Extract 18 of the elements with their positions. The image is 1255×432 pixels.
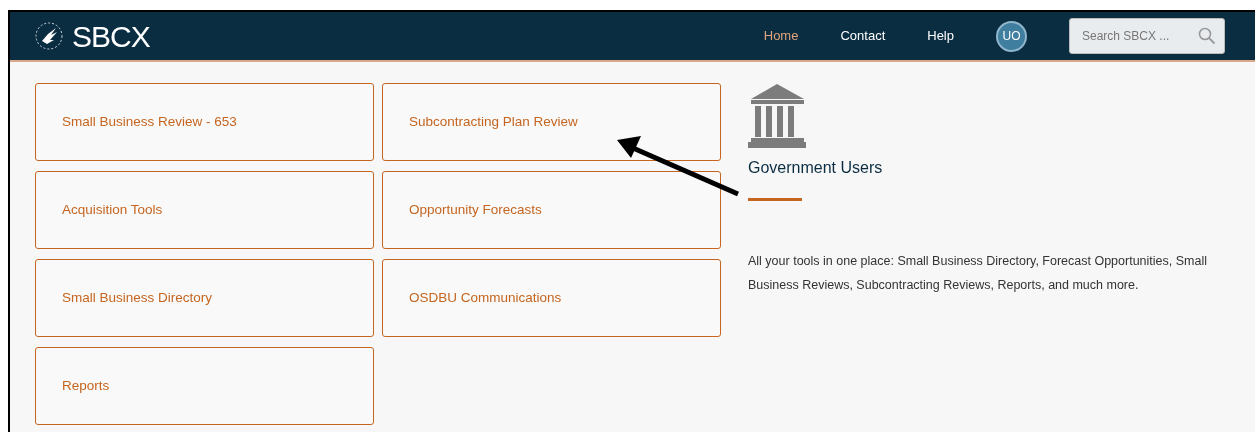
logo-text[interactable]: SBCX: [72, 13, 150, 59]
nav-link[interactable]: Help: [927, 26, 954, 46]
search-field[interactable]: Search SBCX ...: [1069, 18, 1225, 54]
panel-description: All your tools in one place: Small Business Directory, Forecast Opportunities, Small Business Reviews, Subcontracting Reviews, Reports, and much more.: [748, 253, 1208, 294]
nav-link[interactable]: Home: [763, 26, 799, 46]
panel-title: Government Users: [748, 158, 884, 178]
tile-link[interactable]: Opportunity Forecasts: [382, 171, 721, 249]
government-building-icon: [748, 84, 806, 148]
tile-link[interactable]: Small Business Review - 653: [35, 83, 374, 161]
tile-link[interactable]: Reports: [35, 347, 374, 425]
tile-link[interactable]: Small Business Directory: [35, 259, 374, 337]
search-icon[interactable]: [1198, 27, 1216, 45]
tile-link[interactable]: Acquisition Tools: [35, 171, 374, 249]
user-avatar[interactable]: UO: [996, 20, 1027, 52]
eagle-logo-icon: [34, 21, 64, 51]
nav-link[interactable]: Contact: [840, 26, 886, 46]
tile-link[interactable]: Subcontracting Plan Review: [382, 83, 721, 161]
tile-link[interactable]: OSDBU Communications: [382, 259, 721, 337]
